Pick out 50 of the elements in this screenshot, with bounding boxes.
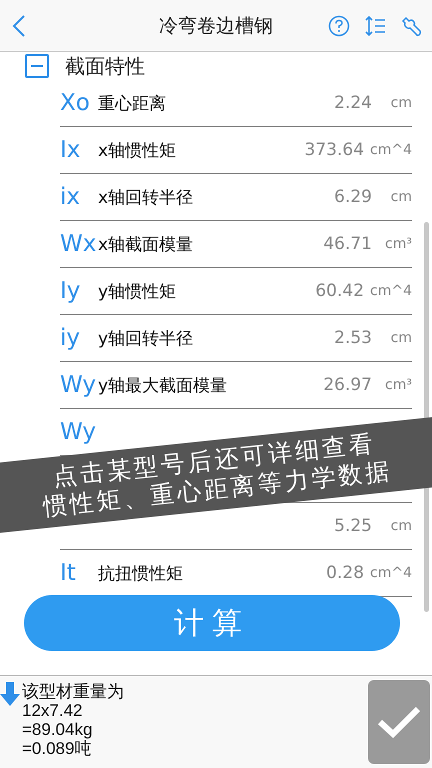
unit-label: cm^4 bbox=[370, 565, 412, 581]
symbol-label: Wx bbox=[60, 231, 98, 257]
property-value: 60.42 bbox=[315, 281, 364, 301]
symbol-label: Wy bbox=[60, 419, 97, 445]
property-value: 46.71 bbox=[323, 234, 372, 254]
property-name: x轴截面模量 bbox=[98, 234, 194, 256]
property-value: 0.28 bbox=[326, 563, 364, 583]
unit-label: cm³ bbox=[384, 377, 412, 393]
wrench-icon[interactable] bbox=[400, 14, 422, 36]
result-text: =0.089吨 bbox=[22, 739, 92, 758]
symbol-label: Xo bbox=[60, 90, 91, 116]
symbol-label: Wy bbox=[60, 372, 97, 398]
property-value: 2.24 bbox=[334, 93, 372, 113]
unit-label: cm bbox=[390, 518, 412, 534]
calculate-button[interactable]: 计算 bbox=[24, 595, 400, 651]
symbol-label: It bbox=[60, 560, 77, 586]
property-value: 6.29 bbox=[334, 187, 372, 207]
property-value: 5.25 bbox=[334, 516, 372, 536]
page-title: 冷弯卷边槽钢 bbox=[159, 14, 273, 38]
section-title: 截面特性 bbox=[65, 52, 145, 80]
unit-label: cm^4 bbox=[370, 142, 412, 158]
property-value: 373.64 bbox=[304, 140, 364, 160]
symbol-label: Ix bbox=[60, 137, 82, 163]
property-name: 抗扭惯性矩 bbox=[98, 562, 184, 584]
collapse-icon[interactable] bbox=[25, 54, 49, 78]
unit-label: cm bbox=[390, 189, 412, 205]
confirm-button[interactable] bbox=[368, 680, 430, 764]
property-value: 26.97 bbox=[323, 375, 372, 395]
property-name: y轴最大截面模量 bbox=[98, 374, 228, 396]
property-value: 2.53 bbox=[334, 328, 372, 348]
property-name: y轴回转半径 bbox=[98, 328, 194, 350]
unit-label: cm bbox=[390, 95, 412, 111]
symbol-label: Iy bbox=[60, 278, 82, 304]
back-icon[interactable] bbox=[12, 14, 26, 38]
result-text: 该型材重量为 bbox=[22, 682, 124, 701]
result-text: 12x7.42 bbox=[22, 701, 84, 720]
unit-label: cm^4 bbox=[370, 283, 412, 299]
help-icon[interactable] bbox=[328, 14, 350, 36]
property-name: x轴回转半径 bbox=[98, 186, 194, 208]
property-name: 重心距离 bbox=[98, 92, 167, 114]
unit-label: cm bbox=[390, 330, 412, 346]
result-text: =89.04kg bbox=[22, 720, 94, 739]
symbol-label: iy bbox=[60, 325, 82, 351]
sort-list-icon[interactable] bbox=[364, 14, 386, 36]
checkmark-icon bbox=[376, 704, 422, 740]
unit-label: cm³ bbox=[384, 236, 412, 252]
property-name: x轴惯性矩 bbox=[98, 140, 178, 162]
property-name: y轴惯性矩 bbox=[98, 280, 178, 302]
symbol-label: ix bbox=[60, 184, 82, 210]
down-arrow-icon bbox=[0, 682, 20, 706]
